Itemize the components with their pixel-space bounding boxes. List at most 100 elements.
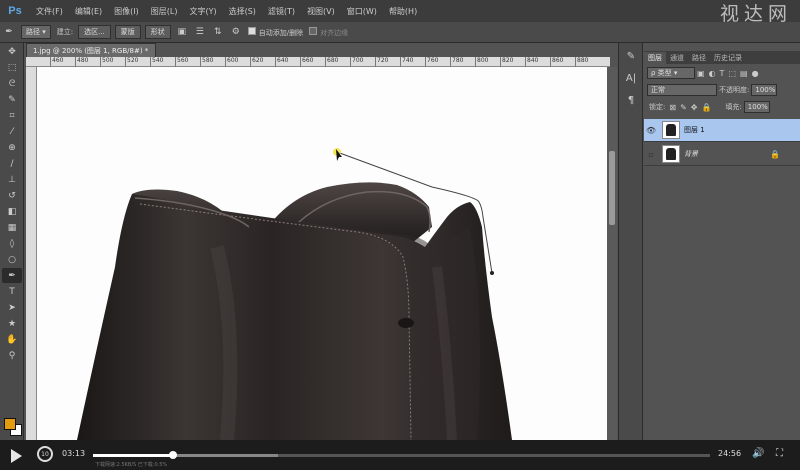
make-shape-button[interactable]: 形状: [144, 25, 171, 39]
lock-transparent-icon[interactable]: ⊠: [669, 103, 676, 112]
ruler-tick-label: 800: [474, 57, 489, 67]
visibility-toggle[interactable]: ▫: [644, 150, 658, 159]
ruler-tick-label: 620: [249, 57, 264, 67]
video-player-bar: 10 03:13 下载网速:2.5KB/S 已下载:0.5% 24:56 🔊 ⛶: [0, 440, 800, 470]
document-canvas[interactable]: [37, 67, 607, 440]
tools-panel: ✥ ⬚ ᘓ ✎ ⌗ ⁄ ⊕ ∕ ⊥ ↺ ◧ ▦ ◊ ○ ✒ T ➤ ★ ✋ ⚲: [0, 43, 24, 440]
make-selection-button[interactable]: 选区...: [78, 25, 111, 39]
blend-mode-select[interactable]: 正常: [647, 84, 717, 96]
ruler-tick-label: 500: [99, 57, 114, 67]
layer-filter-row: ρ 类型 ▾ ▣ ◐ T ⬚ ▤ ●: [647, 67, 761, 79]
lock-position-icon[interactable]: ✥: [691, 103, 698, 112]
filter-toggle-icon[interactable]: ●: [752, 69, 759, 78]
filter-pixel-icon[interactable]: ▣: [697, 69, 705, 78]
lock-paint-icon[interactable]: ✎: [680, 103, 687, 112]
menu-file[interactable]: 文件(F): [30, 6, 69, 17]
play-icon[interactable]: [11, 449, 22, 463]
progress-knob[interactable]: [168, 451, 177, 459]
type-icon[interactable]: T: [2, 284, 22, 299]
menu-type[interactable]: 文字(Y): [183, 6, 222, 17]
ruler-tick-label: 880: [574, 57, 589, 67]
fullscreen-icon[interactable]: ⛶: [776, 448, 783, 459]
brush-icon[interactable]: ∕: [2, 156, 22, 171]
filter-type-icon[interactable]: T: [720, 69, 725, 78]
align-edges-check-box[interactable]: [309, 26, 318, 35]
ruler-tick-label: 740: [399, 57, 414, 67]
quick-select-icon[interactable]: ✎: [2, 92, 22, 107]
blur-icon[interactable]: ◊: [2, 236, 22, 251]
menu-layer[interactable]: 图层(L): [145, 6, 184, 17]
paragraph-panel-icon[interactable]: ¶: [622, 91, 640, 109]
ruler-tick-label: 700: [349, 57, 364, 67]
pen-mode-select[interactable]: 路径 ▾: [21, 25, 51, 39]
layer-row-layer1[interactable]: 👁 图层 1: [644, 119, 800, 142]
gradient-icon[interactable]: ▦: [2, 220, 22, 235]
path-arrangement-icon[interactable]: ⇅: [211, 25, 225, 39]
screen: Ps 文件(F) 编辑(E) 图像(I) 图层(L) 文字(Y) 选择(S) 滤…: [0, 0, 800, 470]
shape-icon[interactable]: ★: [2, 316, 22, 331]
properties-panel-icon[interactable]: A|: [622, 69, 640, 87]
volume-icon[interactable]: 🔊: [752, 448, 764, 459]
app-logo: Ps: [8, 5, 22, 17]
opacity-input[interactable]: 100%: [751, 84, 778, 96]
marquee-icon[interactable]: ⬚: [2, 60, 22, 75]
vertical-scrollbar-thumb[interactable]: [609, 150, 615, 225]
tab-paths[interactable]: 路径: [688, 52, 710, 64]
canvas-artwork: [77, 148, 512, 440]
foreground-color-swatch[interactable]: [4, 418, 16, 430]
ruler-tick-label: 660: [299, 57, 314, 67]
blend-mode-value: 正常: [651, 86, 665, 94]
stamp-icon[interactable]: ⊥: [2, 172, 22, 187]
eraser-icon[interactable]: ◧: [2, 204, 22, 219]
ruler-tick-label: 780: [449, 57, 464, 67]
filter-shape-icon[interactable]: ⬚: [728, 69, 736, 78]
tab-layers[interactable]: 图层: [644, 52, 666, 64]
kind-filter-select[interactable]: ρ 类型 ▾: [647, 67, 695, 79]
tab-channels[interactable]: 通道: [666, 52, 688, 64]
auto-add-delete-check-box[interactable]: [247, 26, 256, 35]
path-operations-icon[interactable]: ▣: [175, 25, 189, 39]
align-edges-checkbox[interactable]: 对齐边缘: [309, 26, 348, 38]
path-alignment-icon[interactable]: ☰: [193, 25, 207, 39]
menu-edit[interactable]: 编辑(E): [69, 6, 108, 17]
filter-adjustment-icon[interactable]: ◐: [709, 69, 716, 78]
hand-icon[interactable]: ✋: [2, 332, 22, 347]
pen-mode-value: 路径: [26, 28, 40, 36]
path-select-icon[interactable]: ➤: [2, 300, 22, 315]
lock-all-icon[interactable]: 🔒: [701, 103, 711, 112]
eye-icon[interactable]: 👁: [644, 126, 658, 135]
menu-window[interactable]: 窗口(W): [341, 6, 383, 17]
history-panel-icon[interactable]: ✎: [622, 47, 640, 65]
auto-add-delete-checkbox[interactable]: 自动添加/删除: [247, 26, 303, 38]
document-tab[interactable]: 1.jpg @ 200% (图层 1, RGB/8#) *: [26, 43, 156, 57]
menu-filter[interactable]: 滤镜(T): [262, 6, 301, 17]
healing-icon[interactable]: ⊕: [2, 140, 22, 155]
menu-help[interactable]: 帮助(H): [383, 6, 423, 17]
layer-name: 图层 1: [684, 126, 705, 134]
menu-select[interactable]: 选择(S): [223, 6, 262, 17]
gear-icon[interactable]: ⚙: [229, 25, 243, 39]
dodge-icon[interactable]: ○: [2, 252, 22, 267]
menu-view[interactable]: 视图(V): [301, 6, 341, 17]
lock-label: 锁定:: [649, 103, 666, 111]
lasso-icon[interactable]: ᘓ: [2, 76, 22, 91]
filter-smart-object-icon[interactable]: ▤: [740, 69, 748, 78]
menu-image[interactable]: 图像(I): [108, 6, 145, 17]
crop-icon[interactable]: ⌗: [2, 108, 22, 123]
pen-tool-preset-icon[interactable]: ✒: [2, 25, 16, 39]
ruler-tick-label: 760: [424, 57, 439, 67]
layer-row-background[interactable]: ▫ 背景 🔒: [644, 143, 800, 166]
tab-history[interactable]: 历史记录: [710, 52, 746, 64]
history-brush-icon[interactable]: ↺: [2, 188, 22, 203]
pen-icon[interactable]: ✒: [2, 268, 22, 283]
options-bar: ✒ 路径 ▾ 建立: 选区... 蒙版 形状 ▣ ☰ ⇅ ⚙ 自动添加/删除 对…: [0, 22, 800, 43]
vertical-scrollbar[interactable]: [607, 67, 617, 440]
fill-input[interactable]: 100%: [743, 101, 770, 113]
move-icon[interactable]: ✥: [2, 44, 22, 59]
ruler-tick-label: 460: [49, 57, 64, 67]
zoom-icon[interactable]: ⚲: [2, 348, 22, 363]
rewind-10-icon[interactable]: 10: [37, 446, 53, 462]
ruler-tick-label: 820: [499, 57, 514, 67]
eyedropper-icon[interactable]: ⁄: [2, 124, 22, 139]
make-mask-button[interactable]: 蒙版: [114, 25, 141, 39]
